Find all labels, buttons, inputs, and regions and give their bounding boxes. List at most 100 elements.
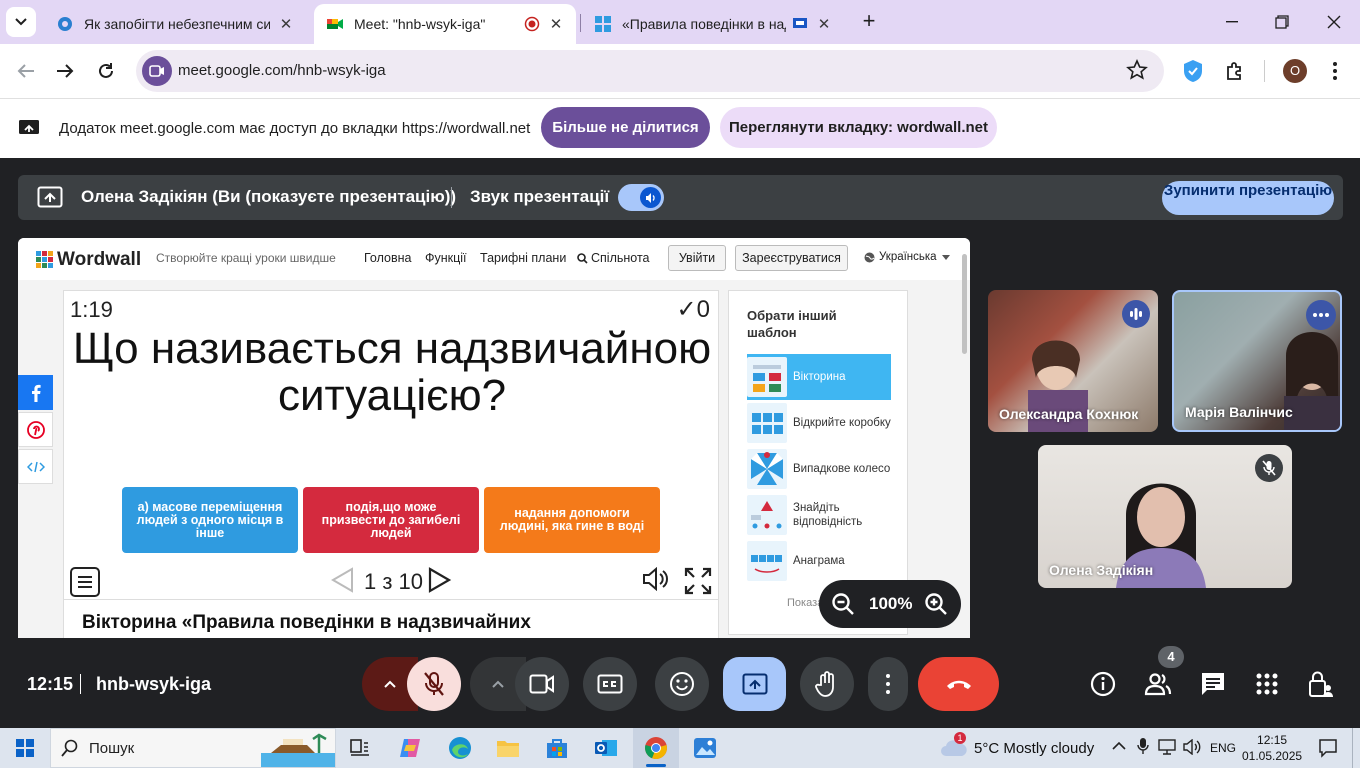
new-tab-button[interactable]: + [856, 9, 882, 35]
minimize-button[interactable] [1218, 8, 1246, 36]
tab-3[interactable]: «Правила поведінки в над ✕ [582, 4, 844, 44]
raise-hand-button[interactable] [800, 657, 854, 711]
participant-tile-self[interactable]: Олена Задікіян [1038, 445, 1292, 588]
scrollbar-thumb[interactable] [962, 254, 967, 354]
tab-search-button[interactable] [6, 7, 36, 37]
zoom-in-button[interactable] [924, 592, 948, 621]
store-button[interactable] [537, 732, 577, 764]
quiz-menu-button[interactable] [70, 567, 100, 597]
start-button[interactable] [5, 732, 45, 764]
answer-option-1[interactable]: а) масове переміщення людей з одного міс… [122, 487, 298, 553]
file-explorer-button[interactable] [488, 732, 528, 764]
puzzle-icon [1227, 62, 1241, 80]
reload-button[interactable] [93, 58, 119, 84]
muted-indicator [1255, 454, 1283, 482]
tab-2[interactable]: Meet: "hnb-wsyk-iga" ✕ [314, 4, 576, 44]
show-desktop-button[interactable] [1352, 728, 1353, 768]
task-view-button[interactable] [340, 732, 380, 764]
template-open-box[interactable]: Відкрийте коробку [747, 400, 891, 446]
nav-pricing[interactable]: Тарифні плани [480, 251, 566, 265]
stop-sharing-button[interactable]: Більше не ділитися [541, 107, 710, 148]
photos-button[interactable] [685, 732, 725, 764]
close-icon[interactable]: ✕ [278, 15, 294, 33]
view-tab-button[interactable]: Переглянути вкладку: wordwall.net [720, 107, 997, 148]
site-info-button[interactable] [142, 56, 172, 86]
copilot-button[interactable] [390, 732, 430, 764]
nav-features[interactable]: Функції [425, 251, 467, 265]
extensions-button[interactable] [1222, 58, 1248, 84]
shield-icon [1184, 60, 1202, 82]
close-icon[interactable]: ✕ [816, 15, 832, 33]
activities-button[interactable] [1252, 657, 1282, 711]
tab-sharing-infobar: Додаток meet.google.com має доступ до вк… [0, 98, 1360, 158]
network-button[interactable] [1158, 739, 1176, 758]
template-quiz[interactable]: Вікторина [747, 354, 891, 400]
host-controls-button[interactable] [1306, 657, 1336, 711]
outlook-button[interactable] [586, 732, 626, 764]
notifications-button[interactable] [1318, 738, 1338, 761]
participant-tile[interactable]: Олександра Кохнюк [988, 290, 1158, 432]
restore-button[interactable] [1268, 8, 1296, 36]
next-question-button[interactable] [428, 567, 452, 593]
close-window-button[interactable] [1320, 8, 1348, 36]
chat-button[interactable] [1198, 657, 1228, 711]
embed-share-button[interactable] [18, 449, 53, 484]
camera-toggle-button[interactable] [515, 657, 569, 711]
fullscreen-button[interactable] [684, 567, 712, 595]
previous-question-button[interactable] [330, 567, 354, 593]
wordwall-logo[interactable]: Wordwall [36, 249, 141, 271]
back-button[interactable] [13, 58, 39, 84]
checkmark-icon: ✓ [676, 296, 697, 323]
facebook-share-button[interactable] [18, 375, 53, 410]
profile-avatar[interactable]: O [1283, 59, 1307, 83]
chrome-taskbar-button[interactable] [633, 728, 679, 768]
close-icon[interactable]: ✕ [548, 15, 564, 33]
meeting-details-button[interactable] [1088, 657, 1118, 711]
address-bar[interactable]: meet.google.com/hnb-wsyk-iga [136, 50, 1164, 92]
register-button[interactable]: Зареєструватися [735, 245, 848, 271]
template-switcher-heading: Обрати інший шаблон [747, 308, 837, 340]
show-hidden-icons-button[interactable] [1112, 739, 1126, 753]
forward-button[interactable] [52, 58, 78, 84]
chrome-menu-button[interactable] [1322, 58, 1348, 84]
input-language[interactable]: ENG [1210, 741, 1236, 755]
language-select[interactable]: Українська [864, 251, 950, 263]
template-random-wheel[interactable]: Випадкове колесо [747, 446, 891, 492]
stop-presenting-button[interactable]: Зупинити презентацію [1162, 181, 1334, 215]
answer-option-2[interactable]: подія,що може призвести до загибелі люде… [303, 487, 479, 553]
system-clock[interactable]: 12:15 01.05.2025 [1242, 732, 1302, 764]
participant-options-button[interactable] [1306, 300, 1336, 330]
zoom-out-button[interactable] [831, 592, 855, 621]
extension-shield-button[interactable] [1180, 58, 1206, 84]
edge-button[interactable] [440, 732, 480, 764]
presentation-audio-toggle[interactable] [618, 184, 664, 211]
pinterest-share-button[interactable] [18, 412, 53, 447]
tab-1[interactable]: Як запобігти небезпечним сит ✕ [44, 4, 306, 44]
template-match-up[interactable]: Знайдіть відповідність [747, 492, 891, 538]
presented-scrollbar[interactable] [960, 246, 968, 634]
leave-call-button[interactable] [918, 657, 999, 711]
url-text[interactable]: meet.google.com/hnb-wsyk-iga [178, 62, 386, 79]
template-anagram[interactable]: Анаграма [747, 538, 891, 584]
mic-toggle-button[interactable] [407, 657, 461, 711]
globe-icon [864, 252, 875, 262]
reactions-button[interactable] [655, 657, 709, 711]
nav-community[interactable]: Спільнота [577, 251, 650, 265]
login-button[interactable]: Увійти [668, 245, 726, 271]
wordwall-tagline: Створюйте кращі уроки швидше [156, 251, 336, 265]
present-now-button[interactable] [723, 657, 786, 711]
captions-button[interactable] [583, 657, 637, 711]
mic-control-group [362, 657, 462, 711]
taskbar-search-box[interactable]: Пошук [50, 728, 336, 768]
participant-tile[interactable]: Марія Валінчис [1172, 290, 1342, 432]
microphone-in-use-indicator[interactable] [1137, 737, 1149, 758]
bookmark-button[interactable] [1126, 59, 1148, 86]
volume-button[interactable] [1183, 738, 1201, 758]
answer-option-3[interactable]: надання допомоги людині, яка гине в воді [484, 487, 660, 553]
more-options-button[interactable] [868, 657, 908, 711]
nav-home[interactable]: Головна [364, 251, 412, 265]
weather-widget[interactable]: 1 5°C Mostly cloudy [940, 732, 1094, 758]
show-more-link[interactable]: Показа [787, 597, 823, 609]
arrow-left-icon [17, 64, 34, 78]
sound-toggle-button[interactable] [642, 567, 670, 591]
